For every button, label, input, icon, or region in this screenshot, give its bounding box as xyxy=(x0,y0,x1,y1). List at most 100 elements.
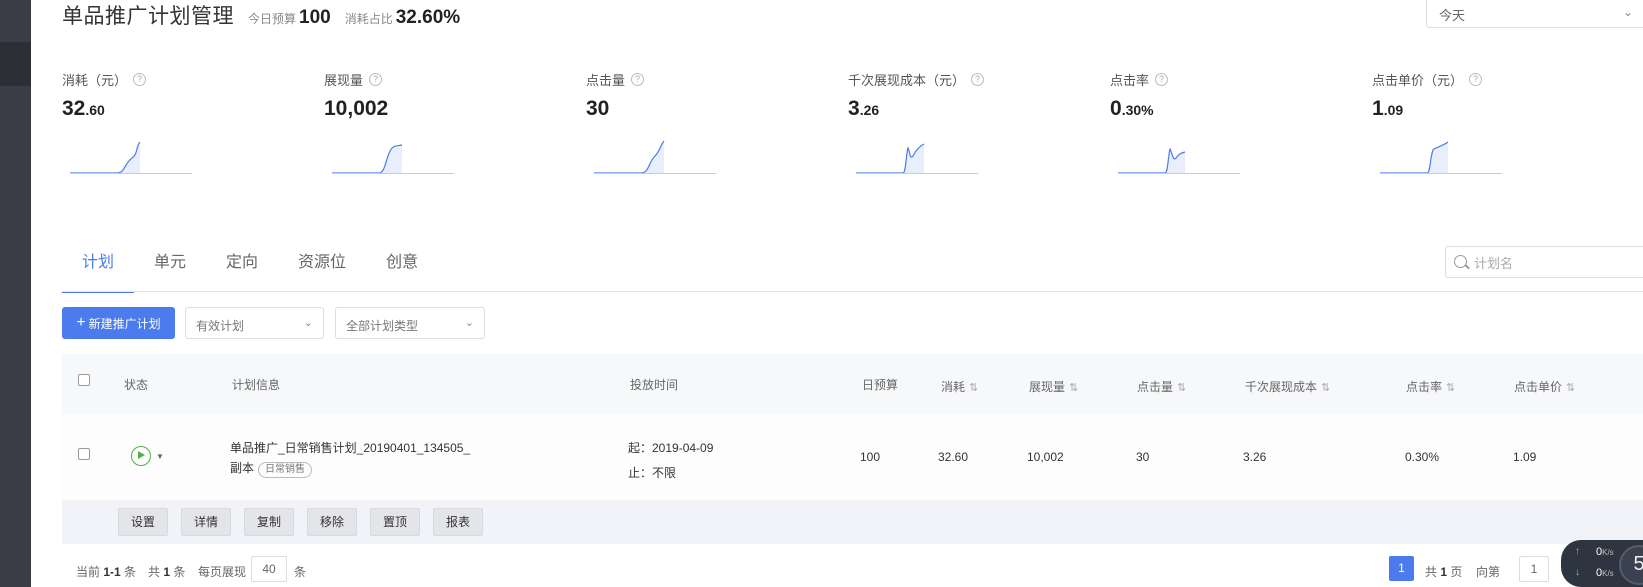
report-button[interactable]: 报表 xyxy=(433,508,483,536)
col-budget: 日预算 xyxy=(862,378,899,392)
upload-arrow-icon: ↑ xyxy=(1575,546,1580,557)
remove-button[interactable]: 移除 xyxy=(307,508,357,536)
per-page-label: 每页展现 xyxy=(198,565,247,579)
details-button[interactable]: 详情 xyxy=(181,508,231,536)
metric-ctr: 点击率? 0.30% xyxy=(1110,70,1350,174)
metric-label: 点击量 xyxy=(586,73,626,88)
cell-cpm: 3.26 xyxy=(1243,450,1267,464)
metric-label: 点击单价（元） xyxy=(1372,73,1464,88)
plan-name-suffix[interactable]: 副本 xyxy=(230,461,254,475)
col-ctr[interactable]: 点击率 ⇅ xyxy=(1406,378,1455,395)
page-header: 单品推广计划管理 今日预算 100 消耗占比 32.60% xyxy=(62,0,460,30)
per-page-input[interactable] xyxy=(251,556,287,582)
metric-cpc: 点击单价（元）? 1.09 xyxy=(1372,70,1612,174)
col-cost[interactable]: 消耗 ⇅ xyxy=(941,378,978,395)
chevron-down-icon: ⌄ xyxy=(464,317,474,329)
select-all-checkbox[interactable] xyxy=(78,374,90,386)
table-header: 状态 计划信息 投放时间 日预算 消耗 ⇅ 展现量 ⇅ 点击量 ⇅ 千次展现成本 ⇅ 点… xyxy=(62,354,1643,414)
budget-value: 100 xyxy=(299,7,331,28)
metric-clicks: 点击量? 30 xyxy=(586,70,826,174)
divider xyxy=(62,291,1643,292)
rail-active-item[interactable] xyxy=(0,42,31,86)
sort-icon[interactable]: ⇅ xyxy=(1069,381,1078,394)
schedule: 起：2019-04-09 止：不限 xyxy=(628,436,713,486)
type-filter-select[interactable]: 全部计划类型 ⌄ xyxy=(335,307,485,339)
ratio-label: 消耗占比 xyxy=(344,12,393,26)
plus-icon: + xyxy=(76,314,86,331)
type-filter-value: 全部计划类型 xyxy=(346,319,419,333)
metric-label: 消耗（元） xyxy=(62,73,128,88)
metric-value: 1.09 xyxy=(1372,97,1404,120)
new-plan-button[interactable]: + 新建推广计划 xyxy=(62,307,175,339)
start-date: 起：2019-04-09 xyxy=(628,441,714,455)
settings-button[interactable]: 设置 xyxy=(118,508,168,536)
col-time: 投放时间 xyxy=(630,378,679,392)
help-icon[interactable]: ? xyxy=(133,73,147,86)
download-arrow-icon: ↓ xyxy=(1575,567,1580,578)
date-range-select[interactable]: 今天 ⌄ xyxy=(1426,0,1643,28)
metric-value: 3.26 xyxy=(848,97,880,120)
budget-label: 今日预算 xyxy=(248,12,297,26)
tab-bar: 计划 单元 定向 资源位 创意 xyxy=(62,240,438,293)
cell-ctr: 0.30% xyxy=(1405,450,1440,464)
col-cpm[interactable]: 千次展现成本 ⇅ xyxy=(1245,378,1330,395)
copy-button[interactable]: 复制 xyxy=(244,508,294,536)
cell-budget[interactable]: 100 xyxy=(860,450,880,464)
sort-icon[interactable]: ⇅ xyxy=(969,381,978,394)
page-title: 单品推广计划管理 xyxy=(62,5,234,28)
col-impressions[interactable]: 展现量 ⇅ xyxy=(1029,378,1078,395)
goto-label: 向第 xyxy=(1476,565,1501,579)
sparkline xyxy=(70,141,192,174)
col-status: 状态 xyxy=(124,378,149,392)
tab-targeting[interactable]: 定向 xyxy=(206,240,278,292)
search-input[interactable] xyxy=(1474,253,1634,273)
download-speed: 0K/s xyxy=(1596,567,1614,579)
row-actions: 设置 详情 复制 移除 置顶 报表 xyxy=(62,500,1643,544)
help-icon[interactable]: ? xyxy=(1155,73,1169,86)
chevron-down-icon: ⌄ xyxy=(1622,5,1633,19)
tab-placement[interactable]: 资源位 xyxy=(278,240,366,292)
help-icon[interactable]: ? xyxy=(1469,73,1483,86)
sort-icon[interactable]: ⇅ xyxy=(1566,381,1575,394)
help-icon[interactable]: ? xyxy=(971,73,985,86)
row-checkbox[interactable] xyxy=(78,448,90,460)
sort-icon[interactable]: ⇅ xyxy=(1321,381,1330,394)
plan-info: 单品推广_日常销售计划_20190401_134505_ 副本 日常销售 xyxy=(230,438,470,478)
help-icon[interactable]: ? xyxy=(631,73,645,86)
sort-icon[interactable]: ⇅ xyxy=(1446,381,1455,394)
cell-cost: 32.60 xyxy=(938,450,969,464)
tab-unit[interactable]: 单元 xyxy=(134,240,206,292)
metric-impressions: 展现量? 10,002 xyxy=(324,70,564,174)
new-plan-label: 新建推广计划 xyxy=(88,316,161,331)
tab-plan[interactable]: 计划 xyxy=(62,240,135,293)
date-range-value: 今天 xyxy=(1439,8,1466,23)
sort-icon[interactable]: ⇅ xyxy=(1177,381,1186,394)
ratio-value: 32.60% xyxy=(395,7,461,28)
cell-cpc: 1.09 xyxy=(1513,450,1537,464)
plan-name[interactable]: 单品推广_日常销售计划_20190401_134505_ xyxy=(230,438,470,458)
metric-label: 点击率 xyxy=(1110,73,1150,88)
search-box xyxy=(1445,246,1643,278)
play-icon[interactable] xyxy=(131,446,151,466)
per-page-unit: 条 xyxy=(294,565,307,579)
sparkline xyxy=(856,143,978,174)
side-rail xyxy=(0,0,31,587)
status-filter-select[interactable]: 有效计划 ⌄ xyxy=(185,307,324,339)
total-count: 共 1 条 xyxy=(148,565,186,579)
pin-top-button[interactable]: 置顶 xyxy=(370,508,420,536)
status-filter-value: 有效计划 xyxy=(196,319,245,333)
pagination-bar: 当前 1-1 条 共 1 条 每页展现 条 1 共 1 页 向第 xyxy=(62,556,1643,587)
col-cpc[interactable]: 点击单价 ⇅ xyxy=(1514,378,1575,395)
tab-creative[interactable]: 创意 xyxy=(366,240,438,292)
metric-value: 32.60 xyxy=(62,97,105,120)
col-clicks[interactable]: 点击量 ⇅ xyxy=(1137,378,1186,395)
speed-ring: 5 xyxy=(1619,545,1643,585)
page-button-current[interactable]: 1 xyxy=(1389,556,1414,581)
total-pages: 共 1 页 xyxy=(1425,565,1463,579)
metric-cpm: 千次展现成本（元）? 3.26 xyxy=(848,70,1088,174)
chevron-down-icon: ⌄ xyxy=(303,317,313,329)
network-speed-widget[interactable]: ↑ 0K/s ↓ 0K/s 5 xyxy=(1561,540,1643,587)
help-icon[interactable]: ? xyxy=(369,73,383,86)
goto-page-input[interactable] xyxy=(1519,556,1549,582)
caret-down-icon[interactable]: ▼ xyxy=(156,452,164,461)
